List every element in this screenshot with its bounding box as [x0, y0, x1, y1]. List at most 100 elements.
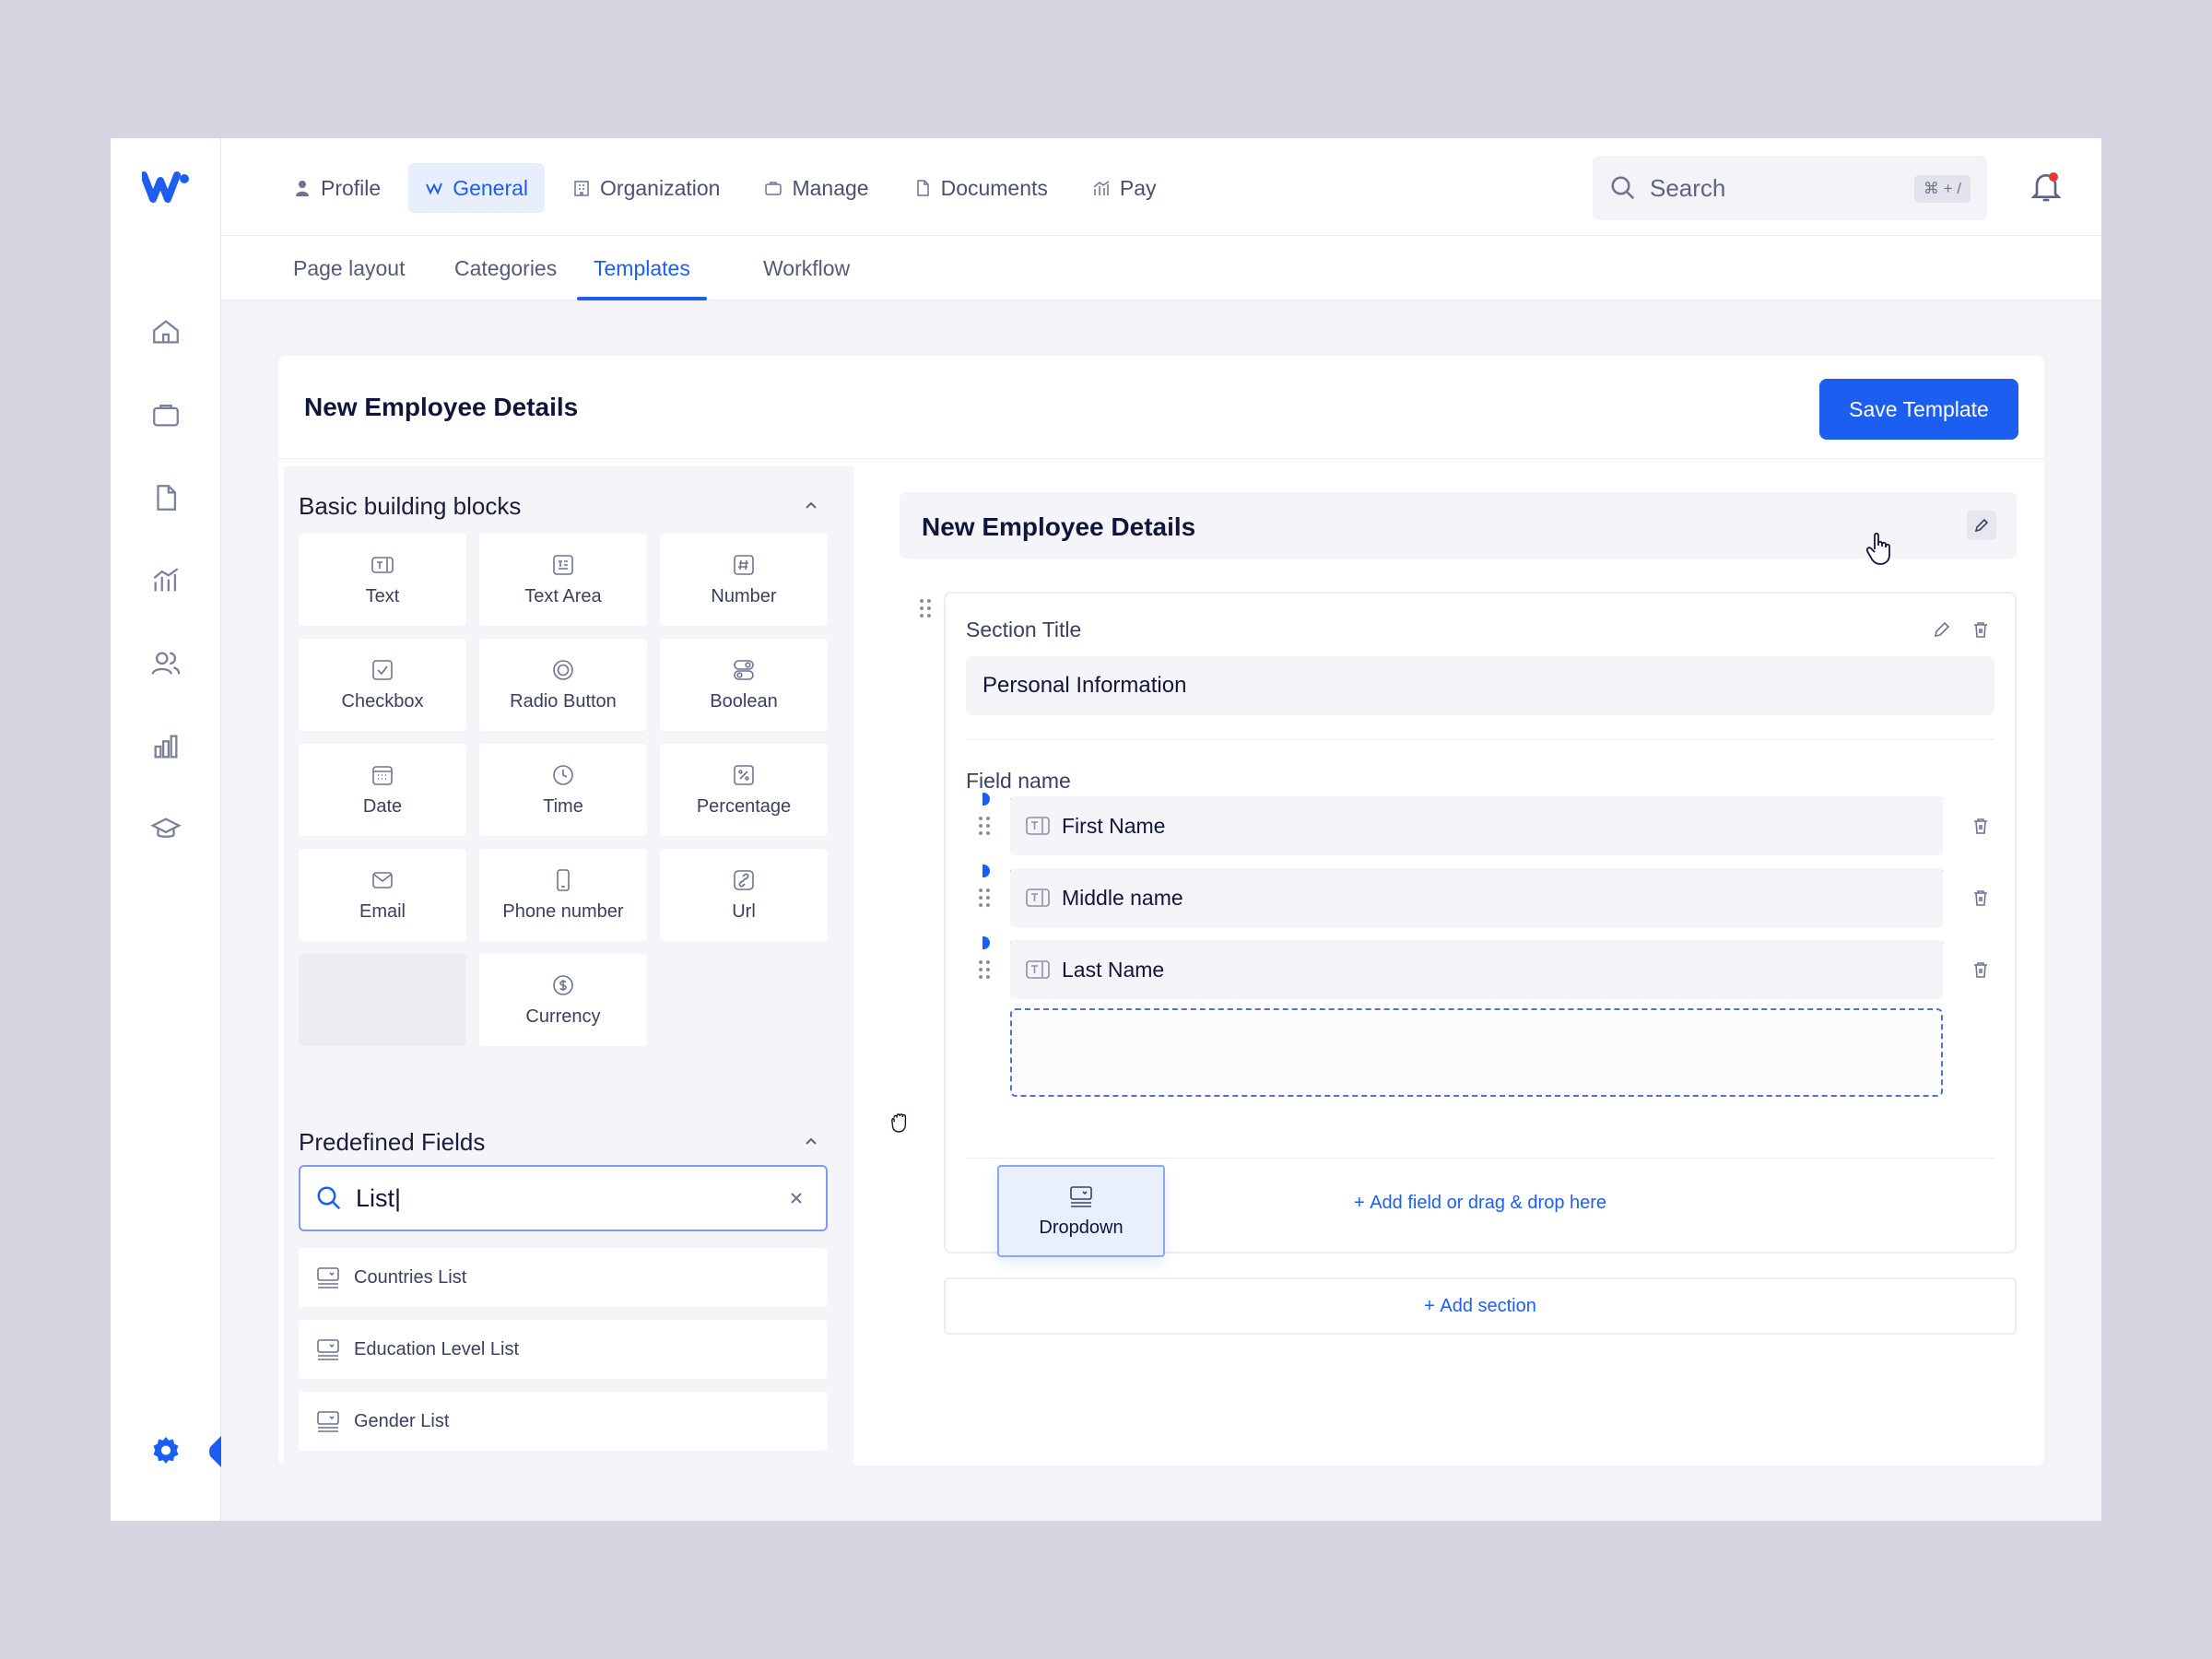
clear-icon[interactable] [785, 1187, 807, 1209]
block-boolean[interactable]: Boolean [660, 639, 828, 731]
block-label: Phone number [502, 900, 624, 922]
link-icon [734, 869, 754, 890]
top-nav-general[interactable]: General [408, 163, 546, 213]
field-row-middle-name[interactable]: Middle name [1010, 868, 1943, 927]
top-nav-documents[interactable]: Documents [897, 163, 1065, 213]
predefined-field-education-level-list[interactable]: Education Level List [299, 1320, 828, 1379]
brand-logo[interactable] [142, 168, 192, 205]
phone-icon [557, 868, 570, 891]
field-label: First Name [1062, 813, 1166, 838]
top-nav-label: Pay [1119, 175, 1157, 200]
text-field-icon [1026, 960, 1050, 979]
tab-categories[interactable]: Categories [454, 236, 557, 300]
text-field-icon [371, 556, 394, 573]
tab-workflow[interactable]: Workflow [763, 236, 850, 300]
block-email[interactable]: Email [299, 849, 466, 941]
app-window: Profile General Organization Manage Docu… [111, 138, 2101, 1521]
add-section-label: Add section [1440, 1295, 1536, 1316]
field-row-last-name[interactable]: Last Name [1010, 940, 1943, 999]
chevron-up-icon[interactable] [802, 496, 820, 514]
top-nav-organization[interactable]: Organization [556, 163, 736, 213]
block-radio-button[interactable]: Radio Button [479, 639, 647, 731]
section-card: Section Title Personal Information Field… [944, 592, 2017, 1253]
tab-templates[interactable]: Templates [577, 236, 707, 300]
dragging-label: Dropdown [1039, 1217, 1124, 1238]
clock-icon [553, 764, 573, 785]
search-icon [1611, 176, 1635, 200]
top-nav-pay[interactable]: Pay [1076, 163, 1173, 213]
section-divider [966, 1158, 1994, 1159]
block-percentage[interactable]: Percentage [660, 744, 828, 836]
field-label: Last Name [1062, 957, 1165, 982]
block-time[interactable]: Time [479, 744, 647, 836]
section-drag-handle-icon[interactable] [918, 597, 933, 619]
top-nav-label: General [453, 175, 529, 200]
search-icon [317, 1186, 341, 1210]
top-nav-manage[interactable]: Manage [747, 163, 885, 213]
dragged-block-placeholder [299, 954, 466, 1046]
dropdown-icon [317, 1411, 339, 1432]
edit-section-pencil-icon[interactable] [1932, 619, 1952, 640]
block-label: Text [365, 585, 400, 606]
graduation-cap-icon[interactable] [147, 811, 184, 848]
search-value: List| [356, 1183, 402, 1212]
field-drag-handle-icon[interactable] [977, 959, 992, 981]
block-phone-number[interactable]: Phone number [479, 849, 647, 941]
delete-section-trash-icon[interactable] [1971, 619, 1991, 640]
delete-field-trash-icon[interactable] [1971, 816, 1991, 836]
notifications-bell-icon[interactable] [2028, 168, 2065, 205]
settings-gear-icon[interactable] [147, 1432, 184, 1469]
card-header: New Employee Details Save Template [278, 356, 2044, 459]
text-area-icon [553, 554, 573, 575]
pay-icon[interactable] [147, 562, 184, 599]
percent-icon [734, 764, 754, 785]
notification-dot [2049, 172, 2058, 182]
block-label: Radio Button [510, 690, 617, 712]
chevron-up-icon[interactable] [802, 1132, 820, 1150]
predefined-field-label: Countries List [354, 1266, 467, 1288]
block-label: Text Area [524, 585, 602, 606]
predefined-fields-heading: Predefined Fields [299, 1128, 486, 1156]
search-placeholder: Search [1650, 173, 1726, 202]
block-text-area[interactable]: Text Area [479, 534, 647, 626]
predefined-field-countries-list[interactable]: Countries List [299, 1248, 828, 1307]
collapse-rail-icon[interactable] [208, 1436, 221, 1467]
briefcase-icon [765, 182, 782, 195]
predefined-field-gender-list[interactable]: Gender List [299, 1392, 828, 1451]
dragging-dropdown-block[interactable]: Dropdown [997, 1165, 1165, 1257]
briefcase-icon[interactable] [147, 396, 184, 433]
block-url[interactable]: Url [660, 849, 828, 941]
document-icon [916, 180, 929, 196]
block-text[interactable]: Text [299, 534, 466, 626]
block-date[interactable]: Date [299, 744, 466, 836]
home-icon[interactable] [147, 313, 184, 350]
people-icon[interactable] [147, 645, 184, 682]
field-drag-handle-icon[interactable] [977, 887, 992, 909]
document-icon[interactable] [147, 479, 184, 516]
edit-template-name-button[interactable] [1967, 511, 1996, 540]
chart-icon[interactable] [147, 728, 184, 765]
delete-field-trash-icon[interactable] [1971, 888, 1991, 908]
sub-tabs: Page layout Categories Templates Workflo… [221, 236, 2101, 300]
block-checkbox[interactable]: Checkbox [299, 639, 466, 731]
drop-indicator-dot [982, 865, 990, 877]
mail-icon [372, 871, 393, 888]
add-section-button[interactable]: + Add section [944, 1277, 2017, 1335]
predefined-fields-search-input[interactable]: List| [299, 1165, 828, 1231]
top-nav-label: Documents [940, 175, 1048, 200]
toggle-icon [734, 659, 754, 680]
hash-icon [734, 554, 754, 575]
field-row-first-name[interactable]: First Name [1010, 796, 1943, 855]
delete-field-trash-icon[interactable] [1971, 959, 1991, 980]
section-title-input[interactable]: Personal Information [966, 656, 1994, 715]
block-label: Time [543, 795, 583, 817]
global-search[interactable]: Search ⌘ + / [1593, 156, 1987, 220]
tab-page-layout[interactable]: Page layout [293, 236, 405, 300]
field-drag-handle-icon[interactable] [977, 815, 992, 837]
field-drop-zone[interactable] [1010, 1008, 1943, 1097]
block-currency[interactable]: Currency [479, 954, 647, 1046]
block-number[interactable]: Number [660, 534, 828, 626]
dropdown-icon [317, 1267, 339, 1288]
save-template-button[interactable]: Save Template [1819, 379, 2018, 440]
top-nav-profile[interactable]: Profile [276, 163, 397, 213]
